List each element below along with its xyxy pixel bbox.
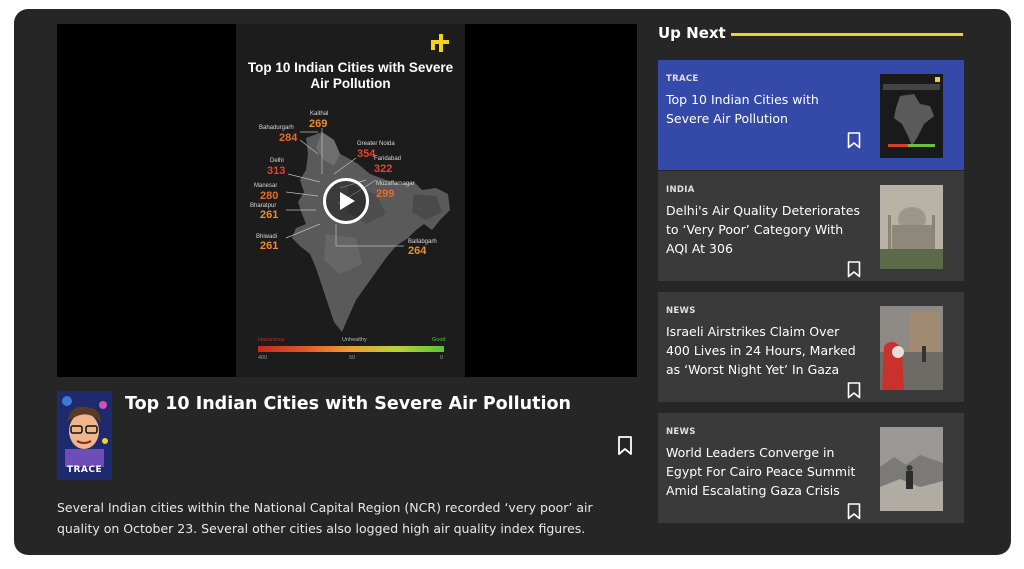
bookmark-icon[interactable] <box>847 132 861 149</box>
card-thumbnail <box>880 427 943 511</box>
up-next-card[interactable]: INDIA Delhi's Air Quality Deteriorates t… <box>658 171 964 281</box>
city-value: 284 <box>279 132 298 144</box>
scale-label-unhealthy: Unhealthy <box>342 337 367 343</box>
card-thumbnail <box>880 306 943 390</box>
up-next-card[interactable]: TRACE Top 10 Indian Cities with Severe A… <box>658 60 964 170</box>
city-label: Manesar <box>254 183 278 189</box>
city-value: 261 <box>260 240 279 252</box>
play-icon <box>340 192 355 210</box>
city-label: Muzaffarnagar <box>376 181 415 187</box>
video-player[interactable]: Top 10 Indian Cities with Severe Air Pol… <box>57 24 637 377</box>
city-label: Faridabad <box>374 156 402 162</box>
scale-tick: 0 <box>440 355 444 361</box>
city-value: 299 <box>376 188 395 200</box>
aqi-scale-bar <box>258 346 444 352</box>
bookmark-icon[interactable] <box>847 503 861 520</box>
city-value: 269 <box>309 118 328 130</box>
card-kicker: NEWS <box>666 306 696 316</box>
play-button[interactable] <box>323 178 369 224</box>
city-value: 264 <box>408 245 427 257</box>
video-title: Top 10 Indian Cities with Severe Air Pol… <box>125 394 571 414</box>
scale-label-good: Good <box>432 337 446 343</box>
up-next-card[interactable]: NEWS World Leaders Converge in Egypt For… <box>658 413 964 523</box>
city-label: Greater Noida <box>357 141 395 147</box>
city-label: Bahadurgarh <box>259 125 294 131</box>
brand-logo-icon <box>431 34 449 52</box>
video-widget: Top 10 Indian Cities with Severe Air Pol… <box>14 9 1011 555</box>
card-thumbnail <box>880 74 943 158</box>
city-value: 313 <box>267 165 286 177</box>
channel-avatar[interactable]: TRACE <box>57 391 112 480</box>
up-next-header: Up Next <box>658 24 964 46</box>
bookmark-icon[interactable] <box>617 436 633 456</box>
card-kicker: TRACE <box>666 74 699 84</box>
up-next-title: Up Next <box>658 24 726 42</box>
video-description: Several Indian cities within the Nationa… <box>57 500 593 536</box>
card-title: Israeli Airstrikes Claim Over 400 Lives … <box>666 324 856 377</box>
up-next-card[interactable]: NEWS Israeli Airstrikes Claim Over 400 L… <box>658 292 964 402</box>
poster-title: Top 10 Indian Cities with Severe Air Pol… <box>247 60 454 91</box>
scale-tick: 400 <box>258 355 268 361</box>
city-label: Kaithal <box>310 111 329 117</box>
card-kicker: NEWS <box>666 427 696 437</box>
city-value: 261 <box>260 209 279 221</box>
card-title: Top 10 Indian Cities with Severe Air Pol… <box>666 92 819 126</box>
card-title: World Leaders Converge in Egypt For Cair… <box>666 445 856 498</box>
city-value: 322 <box>374 163 393 175</box>
card-kicker: INDIA <box>666 185 695 195</box>
bookmark-icon[interactable] <box>847 382 861 399</box>
up-next-accent-line <box>731 33 963 36</box>
city-value: 354 <box>357 148 376 160</box>
card-title: Delhi's Air Quality Deteriorates to ‘Ver… <box>666 203 860 256</box>
channel-tag: TRACE <box>66 465 103 475</box>
city-label: Delhi <box>270 158 284 164</box>
card-thumbnail <box>880 185 943 269</box>
bookmark-icon[interactable] <box>847 261 861 278</box>
scale-label-hazardous: Hazardous <box>258 337 285 343</box>
city-value: 280 <box>260 190 279 202</box>
scale-tick: 50 <box>349 355 356 361</box>
